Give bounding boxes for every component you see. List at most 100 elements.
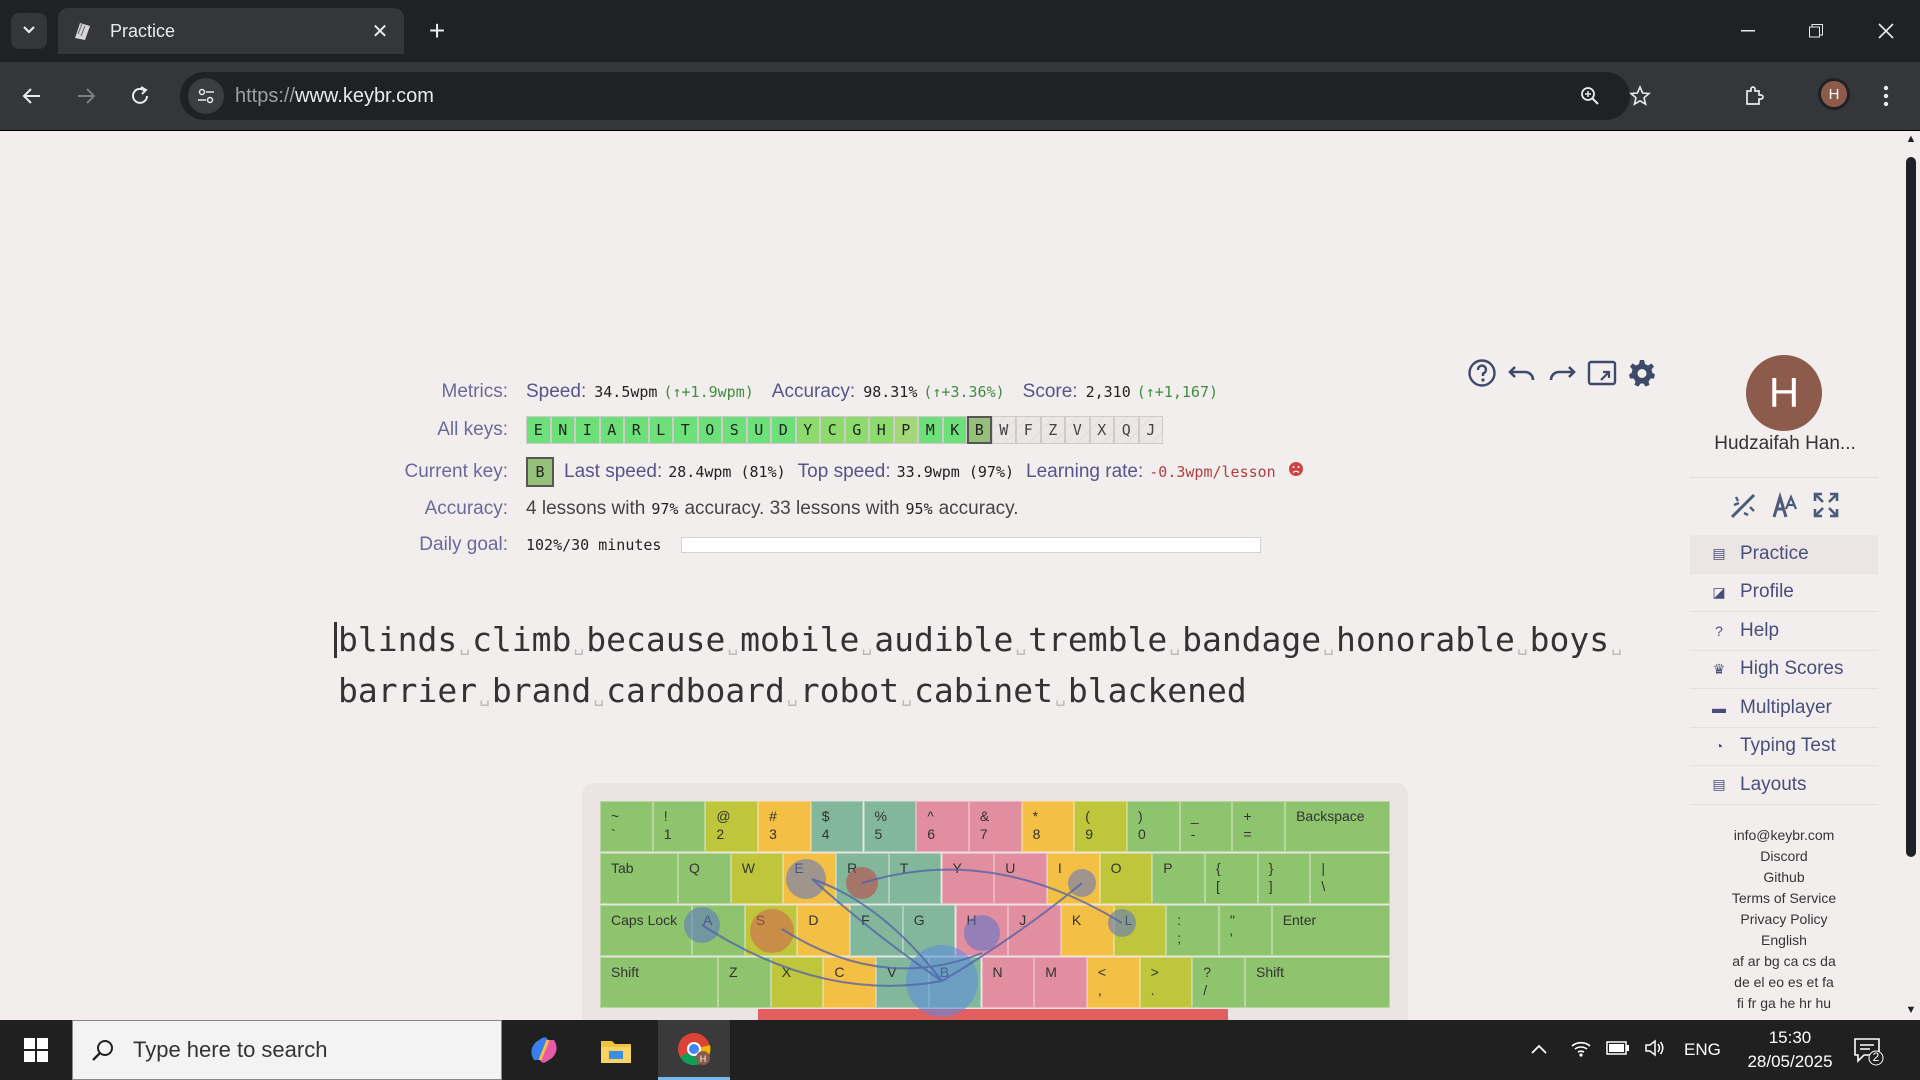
footer-link[interactable]: Discord	[1690, 846, 1878, 867]
extensions-button[interactable]	[1734, 76, 1774, 116]
settings-gear-icon[interactable]	[1626, 357, 1658, 389]
key-chip-x[interactable]: X	[1089, 416, 1114, 444]
profile-name[interactable]: Hudzaifah Han...	[1690, 433, 1880, 455]
bookmark-star-icon[interactable]	[1624, 80, 1656, 112]
profile-avatar[interactable]: H	[1746, 355, 1822, 431]
browser-menu-button[interactable]	[1866, 76, 1906, 116]
zoom-icon[interactable]	[1574, 80, 1606, 112]
forward-button[interactable]	[66, 76, 106, 116]
sidebar-item-layouts[interactable]: ▤ Layouts	[1690, 766, 1878, 805]
taskbar-search-box[interactable]: Type here to search	[72, 1020, 502, 1080]
scroll-down-arrow-icon[interactable]: ▼	[1905, 1004, 1917, 1016]
browser-profile-avatar[interactable]: H	[1818, 78, 1850, 110]
arrow-left-icon	[22, 88, 40, 104]
space-marker: ␣	[901, 686, 912, 707]
sidebar-item-typing-test[interactable]: ◔ Typing Test	[1690, 728, 1878, 766]
key-chip-p[interactable]: P	[893, 416, 918, 444]
redo-icon[interactable]	[1546, 357, 1578, 389]
copilot-app-icon[interactable]	[508, 1020, 580, 1080]
notification-count: 2	[1872, 1050, 1880, 1064]
url-text[interactable]: https://www.keybr.com	[235, 85, 434, 108]
key-chip-a[interactable]: A	[599, 416, 624, 444]
key-chip-z[interactable]: Z	[1040, 416, 1065, 444]
address-bar[interactable]: https://www.keybr.com	[180, 72, 1651, 120]
sidebar-item-help[interactable]: ? Help	[1690, 612, 1878, 651]
reload-button[interactable]	[120, 76, 160, 116]
close-tab-icon[interactable]: ✕	[366, 17, 394, 45]
key-chip-d[interactable]: D	[771, 416, 796, 444]
footer-link[interactable]: Github	[1690, 867, 1878, 888]
taskbar-clock[interactable]: 15:30 28/05/2025	[1740, 1026, 1840, 1074]
chrome-taskbar-icon[interactable]: H	[658, 1020, 730, 1080]
key-chip-k[interactable]: K	[942, 416, 967, 444]
file-explorer-icon[interactable]	[580, 1020, 652, 1080]
back-button[interactable]	[12, 76, 52, 116]
restore-button[interactable]	[1782, 0, 1850, 62]
input-language[interactable]: ENG	[1684, 1040, 1721, 1060]
key-chip-r[interactable]: R	[624, 416, 649, 444]
key-chip-u[interactable]: U	[746, 416, 771, 444]
page-scrollbar[interactable]: ▲ ▼	[1902, 131, 1920, 1020]
keyboard-key: }]	[1257, 853, 1311, 904]
footer-link[interactable]: English	[1690, 930, 1878, 951]
typing-word: because	[586, 620, 726, 659]
key-chip-h[interactable]: H	[869, 416, 894, 444]
sidebar-item-profile[interactable]: ◪ Profile	[1690, 574, 1878, 612]
score-delta: (↑+1,167)	[1136, 383, 1219, 401]
chart-icon: ◪	[1712, 583, 1726, 600]
footer-link[interactable]: de el eo es et fa	[1690, 972, 1878, 993]
network-icon[interactable]	[1570, 1038, 1592, 1063]
key-chip-o[interactable]: O	[697, 416, 722, 444]
sidebar-item-high-scores[interactable]: ♛ High Scores	[1690, 651, 1878, 689]
current-key-badge[interactable]: B	[526, 457, 554, 487]
key-chip-s[interactable]: S	[722, 416, 747, 444]
tray-overflow-chevron-icon[interactable]	[1530, 1040, 1548, 1060]
svg-text:H: H	[700, 1054, 707, 1064]
key-chip-q[interactable]: Q	[1114, 416, 1139, 444]
font-size-icon[interactable]	[1772, 491, 1798, 528]
key-chip-l[interactable]: L	[648, 416, 673, 444]
clock-time: 15:30	[1768, 1028, 1812, 1047]
sidebar-item-multiplayer[interactable]: ▬ Multiplayer	[1690, 689, 1878, 728]
browser-tab-practice[interactable]: Practice ✕	[58, 8, 404, 54]
key-chip-t[interactable]: T	[673, 416, 698, 444]
typing-text-area[interactable]: blinds ␣climb ␣because ␣mobile ␣audible ␣trem…	[334, 617, 1628, 719]
keyboard-key: % 5	[863, 801, 917, 852]
new-tab-button[interactable]: +	[420, 14, 454, 48]
battery-icon[interactable]	[1606, 1040, 1630, 1060]
volume-icon[interactable]	[1644, 1038, 1666, 1063]
scroll-up-arrow-icon[interactable]: ▲	[1905, 133, 1917, 145]
key-chip-w[interactable]: W	[991, 416, 1016, 444]
key-chip-n[interactable]: N	[550, 416, 575, 444]
notification-center-icon[interactable]: 2	[1852, 1034, 1884, 1066]
key-chip-g[interactable]: G	[844, 416, 869, 444]
key-chip-v[interactable]: V	[1065, 416, 1090, 444]
key-chip-c[interactable]: C	[820, 416, 845, 444]
keyboard-key: Y	[941, 853, 995, 904]
site-info-icon[interactable]	[188, 78, 224, 114]
footer-link[interactable]: info@keybr.com	[1690, 825, 1878, 846]
key-chip-b[interactable]: B	[967, 416, 992, 444]
footer-link[interactable]: Privacy Policy	[1690, 909, 1878, 930]
tab-search-button[interactable]	[11, 13, 47, 49]
typing-word: cabinet	[913, 671, 1054, 710]
key-chip-e[interactable]: E	[526, 416, 551, 444]
start-button[interactable]	[0, 1020, 72, 1080]
minimize-button[interactable]	[1714, 0, 1782, 62]
undo-icon[interactable]	[1506, 357, 1538, 389]
sidebar-item-practice[interactable]: ▤ Practice	[1690, 535, 1878, 574]
scrollbar-thumb[interactable]	[1906, 157, 1916, 857]
color-toggle-icon[interactable]	[1728, 491, 1758, 528]
expand-icon[interactable]	[1812, 491, 1840, 528]
key-chip-i[interactable]: I	[575, 416, 600, 444]
key-chip-y[interactable]: Y	[795, 416, 820, 444]
help-icon[interactable]	[1466, 357, 1498, 389]
fullscreen-icon[interactable]	[1586, 357, 1618, 389]
footer-link[interactable]: Terms of Service	[1690, 888, 1878, 909]
close-window-button[interactable]	[1852, 0, 1920, 62]
key-chip-j[interactable]: J	[1138, 416, 1163, 444]
footer-link[interactable]: fi fr ga he hr hu	[1690, 993, 1878, 1014]
key-chip-f[interactable]: F	[1016, 416, 1041, 444]
footer-link[interactable]: af ar bg ca cs da	[1690, 951, 1878, 972]
key-chip-m[interactable]: M	[918, 416, 943, 444]
